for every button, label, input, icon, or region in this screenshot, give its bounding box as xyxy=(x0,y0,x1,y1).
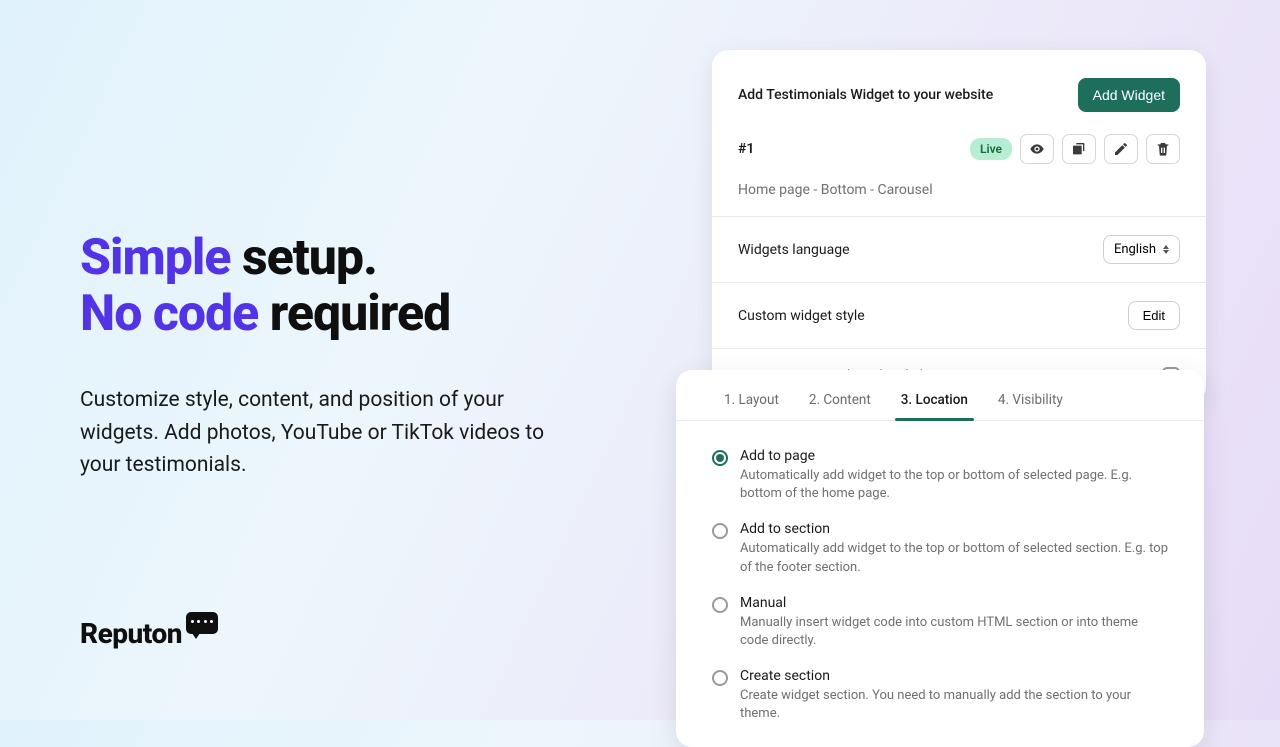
option-title: Create section xyxy=(740,668,1168,684)
hero-line2-accent: No code xyxy=(80,285,258,343)
edit-style-button[interactable]: Edit xyxy=(1128,301,1180,330)
location-panel: 1. Layout 2. Content 3. Location 4. Visi… xyxy=(676,370,1204,747)
option-title: Manual xyxy=(740,595,1168,611)
hero-heading: Simple setup. No code required xyxy=(80,230,580,342)
style-label: Custom widget style xyxy=(738,308,865,324)
widget-description: Home page - Bottom - Carousel xyxy=(738,182,1180,198)
option-desc: Create widget section. You need to manua… xyxy=(740,687,1168,723)
preview-button[interactable] xyxy=(1020,134,1054,164)
tab-content[interactable]: 2. Content xyxy=(809,392,871,420)
hero-line1-rest: setup. xyxy=(231,229,377,287)
brand-name: Reputon xyxy=(80,617,182,650)
status-badge: Live xyxy=(970,138,1012,160)
option-create-section[interactable]: Create section Create widget section. Yo… xyxy=(712,659,1168,732)
option-title: Add to page xyxy=(740,448,1168,464)
language-value: English xyxy=(1114,242,1156,257)
tab-visibility[interactable]: 4. Visibility xyxy=(998,392,1063,420)
widgets-panel: Add Testimonials Widget to your website … xyxy=(712,50,1206,403)
edit-button[interactable] xyxy=(1104,134,1138,164)
widget-item: #1 Live Home page - Bottom - Carousel xyxy=(712,134,1206,216)
speech-bubble-icon xyxy=(186,612,218,634)
duplicate-button[interactable] xyxy=(1062,134,1096,164)
widget-id: #1 xyxy=(738,141,754,157)
add-widget-button[interactable]: Add Widget xyxy=(1078,78,1180,112)
hero-line2-rest: required xyxy=(258,285,450,343)
hero-subtitle: Customize style, content, and position o… xyxy=(80,384,580,482)
location-options: Add to page Automatically add widget to … xyxy=(676,421,1204,733)
language-select[interactable]: English xyxy=(1103,235,1180,264)
radio-unselected[interactable] xyxy=(712,523,728,539)
option-add-to-section[interactable]: Add to section Automatically add widget … xyxy=(712,512,1168,585)
trash-icon xyxy=(1155,141,1171,157)
option-add-to-page[interactable]: Add to page Automatically add widget to … xyxy=(712,439,1168,512)
reputon-logo: Reputon xyxy=(80,612,218,650)
pencil-icon xyxy=(1113,141,1129,157)
tabs: 1. Layout 2. Content 3. Location 4. Visi… xyxy=(676,370,1204,421)
option-title: Add to section xyxy=(740,521,1168,537)
tab-location[interactable]: 3. Location xyxy=(901,392,968,420)
language-row: Widgets language English xyxy=(712,217,1206,282)
copy-icon xyxy=(1071,141,1087,157)
hero-copy: Simple setup. No code required Customize… xyxy=(80,230,580,482)
option-desc: Automatically add widget to the top or b… xyxy=(740,467,1168,503)
language-label: Widgets language xyxy=(738,242,850,258)
option-manual[interactable]: Manual Manually insert widget code into … xyxy=(712,586,1168,659)
delete-button[interactable] xyxy=(1146,134,1180,164)
tab-layout[interactable]: 1. Layout xyxy=(724,392,779,420)
eye-icon xyxy=(1029,141,1045,157)
radio-selected[interactable] xyxy=(712,450,728,466)
sort-icon xyxy=(1163,245,1169,254)
style-row: Custom widget style Edit xyxy=(712,283,1206,348)
radio-unselected[interactable] xyxy=(712,670,728,686)
option-desc: Automatically add widget to the top or b… xyxy=(740,540,1168,576)
option-desc: Manually insert widget code into custom … xyxy=(740,614,1168,650)
hero-line1-accent: Simple xyxy=(80,229,231,287)
panel-title: Add Testimonials Widget to your website xyxy=(738,87,993,103)
radio-unselected[interactable] xyxy=(712,597,728,613)
